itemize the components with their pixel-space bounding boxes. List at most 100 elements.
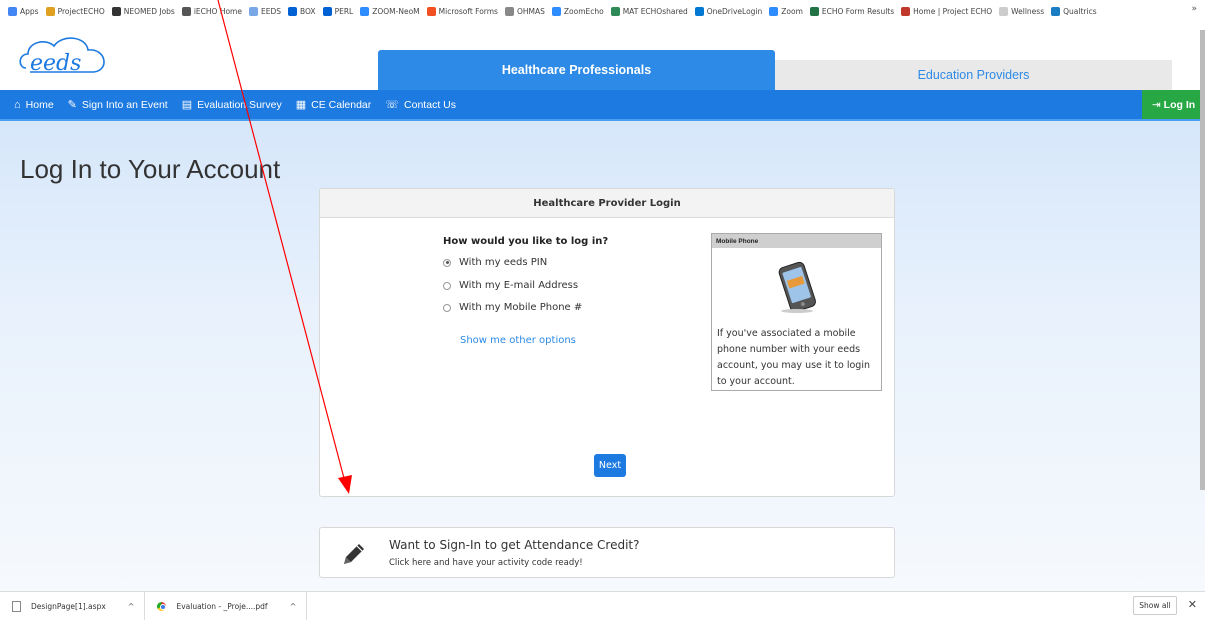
login-card-header: Healthcare Provider Login bbox=[320, 189, 894, 218]
bookmarks-overflow-button[interactable]: » bbox=[1191, 4, 1197, 14]
nav-label: Evaluation Survey bbox=[197, 98, 282, 111]
radio-selected-icon[interactable] bbox=[443, 258, 451, 267]
chevron-up-icon[interactable]: ^ bbox=[290, 602, 297, 611]
bookmark-label: ProjectECHO bbox=[57, 6, 105, 16]
bookmark-icon bbox=[426, 6, 436, 16]
bookmark-label: NEOMED Jobs bbox=[123, 6, 175, 16]
bookmark-item[interactable]: iECHO Home bbox=[181, 6, 242, 16]
tab-healthcare-professionals[interactable]: Healthcare Professionals bbox=[378, 50, 775, 90]
logo-text: eeds bbox=[30, 51, 81, 76]
bookmark-item[interactable]: OneDriveLogin bbox=[694, 6, 763, 16]
bookmark-item[interactable]: NEOMED Jobs bbox=[111, 6, 175, 16]
bookmark-item[interactable]: Home | Project ECHO bbox=[901, 6, 992, 16]
bookmark-label: Zoom bbox=[781, 6, 803, 16]
show-all-button[interactable]: Show all bbox=[1133, 596, 1177, 615]
bookmark-item[interactable]: Qualtrics bbox=[1051, 6, 1097, 16]
pencil-icon bbox=[344, 544, 364, 564]
download-item-pdf[interactable]: Evaluation - _Proje....pdf ^ bbox=[145, 591, 308, 620]
bookmark-item[interactable]: MAT ECHOshared bbox=[610, 6, 688, 16]
bookmark-label: ZoomEcho bbox=[563, 6, 604, 16]
nav-label: CE Calendar bbox=[311, 98, 372, 111]
main-nav: ⌂ Home ✎ Sign Into an Event ▤ Evaluation… bbox=[0, 90, 1205, 121]
bookmark-item[interactable]: Wellness bbox=[999, 6, 1044, 16]
site-header: eeds Healthcare Professionals Education … bbox=[0, 22, 1205, 90]
radio-label: With my eeds PIN bbox=[459, 257, 548, 268]
radio-mobile-phone[interactable]: With my Mobile Phone # bbox=[443, 302, 582, 313]
bookmark-icon bbox=[809, 6, 819, 16]
chrome-icon bbox=[157, 601, 167, 611]
download-filename: DesignPage[1].aspx bbox=[31, 601, 106, 611]
tab-education-providers[interactable]: Education Providers bbox=[775, 60, 1172, 90]
bookmark-item[interactable]: Apps bbox=[8, 6, 39, 16]
bookmark-item[interactable]: ZOOM-NeoM bbox=[360, 6, 420, 16]
login-icon: ⇥ bbox=[1151, 98, 1161, 111]
radio-unselected-icon[interactable] bbox=[443, 303, 451, 312]
bookmark-item[interactable]: ProjectECHO bbox=[45, 6, 105, 16]
nav-contact-us[interactable]: ☏ Contact Us bbox=[385, 98, 456, 112]
nav-label: Sign Into an Event bbox=[81, 98, 168, 111]
survey-icon: ▤ bbox=[181, 99, 193, 111]
bookmark-icon bbox=[901, 6, 911, 16]
bookmark-label: EEDS bbox=[260, 6, 281, 16]
home-icon: ⌂ bbox=[14, 98, 21, 111]
bookmark-icon bbox=[322, 6, 332, 16]
radio-unselected-icon[interactable] bbox=[443, 281, 451, 290]
mobile-phone-info-box: Mobile Phone If you've associated a mobi… bbox=[711, 233, 882, 391]
login-question: How would you like to log in? bbox=[443, 236, 609, 247]
bookmark-icon bbox=[769, 6, 779, 16]
attendance-credit-card[interactable]: Want to Sign-In to get Attendance Credit… bbox=[319, 527, 895, 578]
mobile-box-text: If you've associated a mobile phone numb… bbox=[717, 328, 870, 387]
bookmark-icon bbox=[248, 6, 258, 16]
chevron-up-icon[interactable]: ^ bbox=[128, 602, 135, 611]
eeds-logo[interactable]: eeds bbox=[16, 30, 116, 86]
bookmark-item[interactable]: OHMAS bbox=[504, 6, 545, 16]
radio-email-address[interactable]: With my E-mail Address bbox=[443, 280, 578, 291]
file-icon bbox=[12, 600, 21, 612]
nav-label: Home bbox=[25, 98, 54, 111]
bookmark-item[interactable]: ECHO Form Results bbox=[809, 6, 894, 16]
close-download-bar-icon[interactable]: ✕ bbox=[1188, 598, 1197, 611]
bookmark-item[interactable]: PERL bbox=[322, 6, 354, 16]
attendance-title: Want to Sign-In to get Attendance Credit… bbox=[389, 538, 640, 552]
bookmark-icon bbox=[181, 6, 191, 16]
attendance-subtitle: Click here and have your activity code r… bbox=[389, 558, 583, 568]
bookmarks-bar: Apps ProjectECHO NEOMED Jobs iECHO Home EEDS… bbox=[0, 0, 1205, 22]
bookmark-label: Apps bbox=[20, 6, 39, 16]
page-scrollbar[interactable] bbox=[1200, 30, 1205, 490]
bookmark-label: ZOOM-NeoM bbox=[372, 6, 420, 16]
bookmark-icon bbox=[45, 6, 55, 16]
download-filename: Evaluation - _Proje....pdf bbox=[176, 601, 268, 611]
radio-eeds-pin[interactable]: With my eeds PIN bbox=[443, 257, 547, 268]
nav-evaluation-survey[interactable]: ▤ Evaluation Survey bbox=[181, 98, 282, 112]
login-card: Healthcare Provider Login How would you … bbox=[319, 188, 895, 497]
bookmark-label: Microsoft Forms bbox=[438, 6, 498, 16]
page-title: Log In to Your Account bbox=[20, 154, 281, 184]
bookmark-label: OneDriveLogin bbox=[706, 6, 763, 16]
nav-ce-calendar[interactable]: ▦ CE Calendar bbox=[295, 98, 372, 112]
bookmark-label: iECHO Home bbox=[193, 6, 242, 16]
phone-icon: ☏ bbox=[385, 99, 400, 111]
nav-home[interactable]: ⌂ Home bbox=[14, 99, 54, 111]
bookmark-icon bbox=[694, 6, 704, 16]
bookmark-label: PERL bbox=[334, 6, 354, 16]
bookmark-label: MAT ECHOshared bbox=[622, 6, 688, 16]
bookmark-icon bbox=[8, 6, 17, 16]
bookmark-item[interactable]: ZoomEcho bbox=[551, 6, 604, 16]
radio-label: With my E-mail Address bbox=[459, 280, 579, 291]
bookmark-item[interactable]: Microsoft Forms bbox=[426, 6, 498, 16]
login-button[interactable]: ⇥ Log In bbox=[1142, 90, 1205, 119]
mobile-phone-icon bbox=[778, 261, 816, 313]
calendar-icon: ▦ bbox=[295, 99, 307, 111]
download-item-aspx[interactable]: DesignPage[1].aspx ^ bbox=[0, 591, 146, 620]
bookmark-label: Qualtrics bbox=[1063, 6, 1097, 16]
show-other-options-link[interactable]: Show me other options bbox=[460, 335, 576, 346]
bookmark-item[interactable]: EEDS bbox=[248, 6, 281, 16]
bookmark-icon bbox=[999, 6, 1009, 16]
bookmark-label: OHMAS bbox=[516, 6, 545, 16]
nav-sign-into-event[interactable]: ✎ Sign Into an Event bbox=[68, 98, 168, 112]
bookmark-icon bbox=[551, 6, 561, 16]
bookmark-item[interactable]: Zoom bbox=[769, 6, 803, 16]
bookmark-item[interactable]: BOX bbox=[288, 6, 316, 16]
login-label: Log In bbox=[1163, 98, 1196, 111]
next-button[interactable]: Next bbox=[594, 454, 626, 477]
